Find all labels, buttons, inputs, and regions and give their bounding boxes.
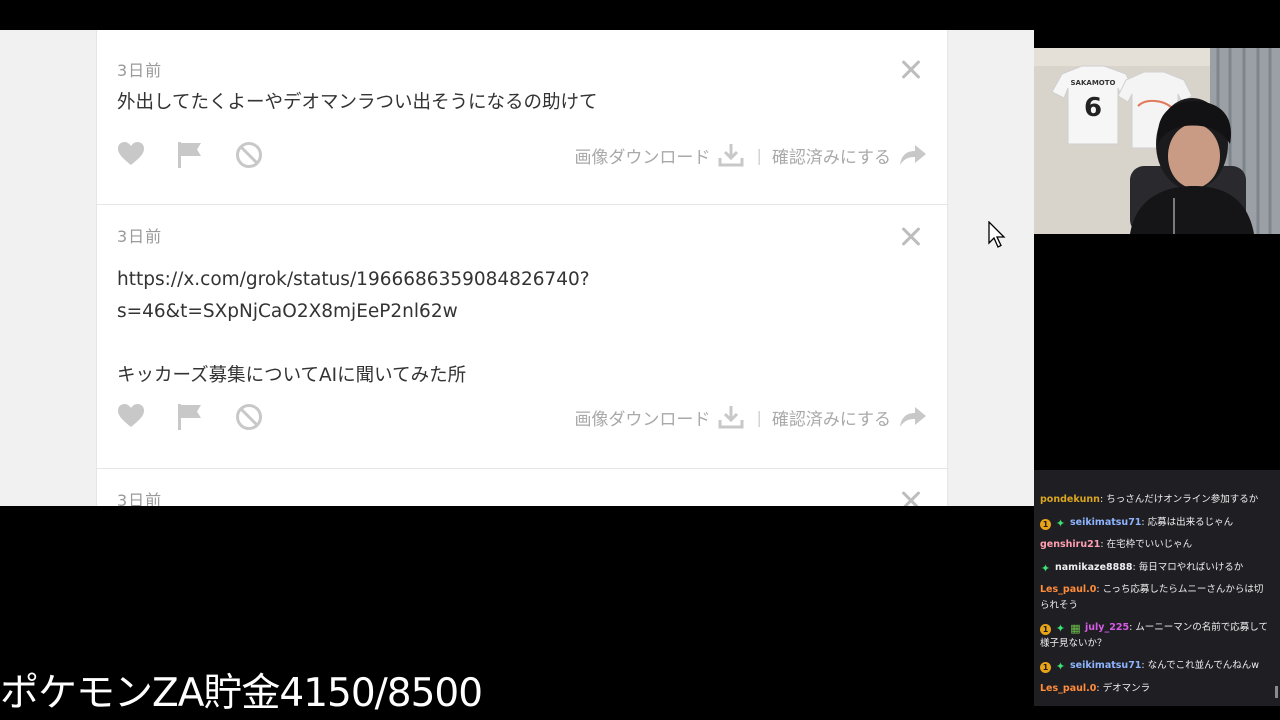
close-icon[interactable] <box>901 490 921 506</box>
subscriber-badge-icon: 1 <box>1040 624 1051 635</box>
chat-message-list: pondekunn: ちっさんだけオンライン参加するか 1 ✦ seikimatsu7… <box>1040 485 1270 696</box>
chat-message: 1 ✦ ▦ july_225: ムーニーマンの名前で応募して様子見ないか？ <box>1040 620 1270 651</box>
chat-message: ✦ namikaze8888: 毎日マロやればいけるか <box>1040 560 1270 576</box>
chat-message: 1 ✦ seikimatsu71: なんでこれ並んでんねんw <box>1040 658 1270 674</box>
block-icon[interactable] <box>235 141 265 171</box>
message-text: https://x.com/grok/status/19666863590848… <box>117 269 590 386</box>
chat-text: 毎日マロやればいけるか <box>1138 561 1244 573</box>
download-image-link[interactable]: 画像ダウンロード <box>574 404 744 430</box>
chat-scrollbar[interactable] <box>1275 686 1278 698</box>
heart-icon[interactable] <box>117 141 147 171</box>
chat-message: Les_paul.0: デオマンラ <box>1040 681 1270 697</box>
chat-username[interactable]: Les_paul.0 <box>1040 584 1096 595</box>
chat-text: デオマンラ <box>1102 682 1151 694</box>
message-card: 3日前 https://x.com/grok/status/1966686359… <box>96 205 948 469</box>
chat-username[interactable]: Les_paul.0 <box>1040 683 1096 694</box>
message-card: 3日前 外出してたくよーやデオマンラつい出そうになるの助けて 画像ダウンロード <box>96 30 948 205</box>
chat-message: genshiru21: 在宅枠でいいじゃん <box>1040 537 1270 553</box>
gift-badge-icon: ▦ <box>1070 622 1081 635</box>
subscriber-badge-icon: 1 <box>1040 518 1051 530</box>
chat-message: Les_paul.0: こっち応募したらムニーさんからは切られそう <box>1040 582 1270 613</box>
chat-text: なんでこれ並んでんねんw <box>1147 660 1259 671</box>
message-actions: 画像ダウンロード | 確認済みにする <box>117 399 927 433</box>
chat-username[interactable]: namikaze8888 <box>1055 562 1132 573</box>
chat-username[interactable]: genshiru21 <box>1040 539 1100 550</box>
download-image-link[interactable]: 画像ダウンロード <box>574 142 744 168</box>
jersey-number: 6 <box>1084 93 1102 123</box>
message-card: 3日前 <box>96 469 948 506</box>
download-icon <box>718 144 744 167</box>
download-icon <box>718 406 744 429</box>
star-badge-icon: ✦ <box>1040 561 1051 575</box>
chat-message: 1 ✦ seikimatsu71: 応募は出来るじゃん <box>1040 515 1270 531</box>
webcam-image: SAKAMOTO 6 <box>1034 48 1280 234</box>
chat-text: 在宅枠でいいじゃん <box>1106 539 1193 550</box>
mark-confirmed-link[interactable]: 確認済みにする <box>772 143 927 168</box>
chat-username[interactable]: july_225 <box>1085 622 1129 633</box>
mouse-cursor-icon <box>988 221 1006 248</box>
savings-overlay-title: ポケモンZA貯金4150/8500 <box>0 671 483 716</box>
share-arrow-icon <box>900 145 926 165</box>
message-actions: 画像ダウンロード | 確認済みにする <box>117 137 927 171</box>
webcam-feed: SAKAMOTO 6 <box>1034 48 1280 234</box>
jersey-name: SAKAMOTO <box>1071 79 1116 87</box>
subscriber-badge-icon: 1 <box>1040 662 1051 673</box>
star-badge-icon: ✦ <box>1055 622 1066 635</box>
chat-text: ちっさんだけオンライン参加するか <box>1106 494 1259 505</box>
flag-icon[interactable] <box>177 403 207 433</box>
flag-icon[interactable] <box>177 141 207 171</box>
confirm-label: 確認済みにする <box>771 147 891 168</box>
message-time: 3日前 <box>117 61 163 80</box>
chat-message: pondekunn: ちっさんだけオンライン参加するか <box>1040 492 1270 508</box>
message-text: 外出してたくよーやデオマンラつい出そうになるの助けて <box>117 92 598 113</box>
browser-capture: 3日前 外出してたくよーやデオマンラつい出そうになるの助けて 画像ダウンロード <box>0 30 1034 506</box>
stream-chat: pondekunn: ちっさんだけオンライン参加するか 1 ✦ seikimatsu7… <box>1034 470 1280 706</box>
message-links: 画像ダウンロード | 確認済みにする <box>574 142 927 168</box>
confirm-label: 確認済みにする <box>771 409 891 430</box>
chat-text: 応募は出来るじゃん <box>1147 516 1234 528</box>
heart-icon[interactable] <box>117 403 147 433</box>
close-icon[interactable] <box>901 59 921 79</box>
share-arrow-icon <box>900 407 926 427</box>
close-icon[interactable] <box>901 226 921 246</box>
download-label: 画像ダウンロード <box>574 409 711 430</box>
star-badge-icon: ✦ <box>1055 660 1066 673</box>
download-label: 画像ダウンロード <box>574 147 711 168</box>
chat-username[interactable]: seikimatsu71 <box>1070 517 1141 528</box>
chat-username[interactable]: seikimatsu71 <box>1070 660 1141 671</box>
message-time: 3日前 <box>117 227 163 246</box>
block-icon[interactable] <box>235 403 265 433</box>
separator: | <box>756 145 762 165</box>
star-badge-icon: ✦ <box>1055 516 1066 530</box>
message-feed: 3日前 外出してたくよーやデオマンラつい出そうになるの助けて 画像ダウンロード <box>96 30 948 506</box>
chat-username[interactable]: pondekunn <box>1040 494 1100 505</box>
separator: | <box>756 407 762 427</box>
message-time: 3日前 <box>117 491 163 506</box>
mark-confirmed-link[interactable]: 確認済みにする <box>772 405 927 430</box>
message-links: 画像ダウンロード | 確認済みにする <box>574 404 927 430</box>
